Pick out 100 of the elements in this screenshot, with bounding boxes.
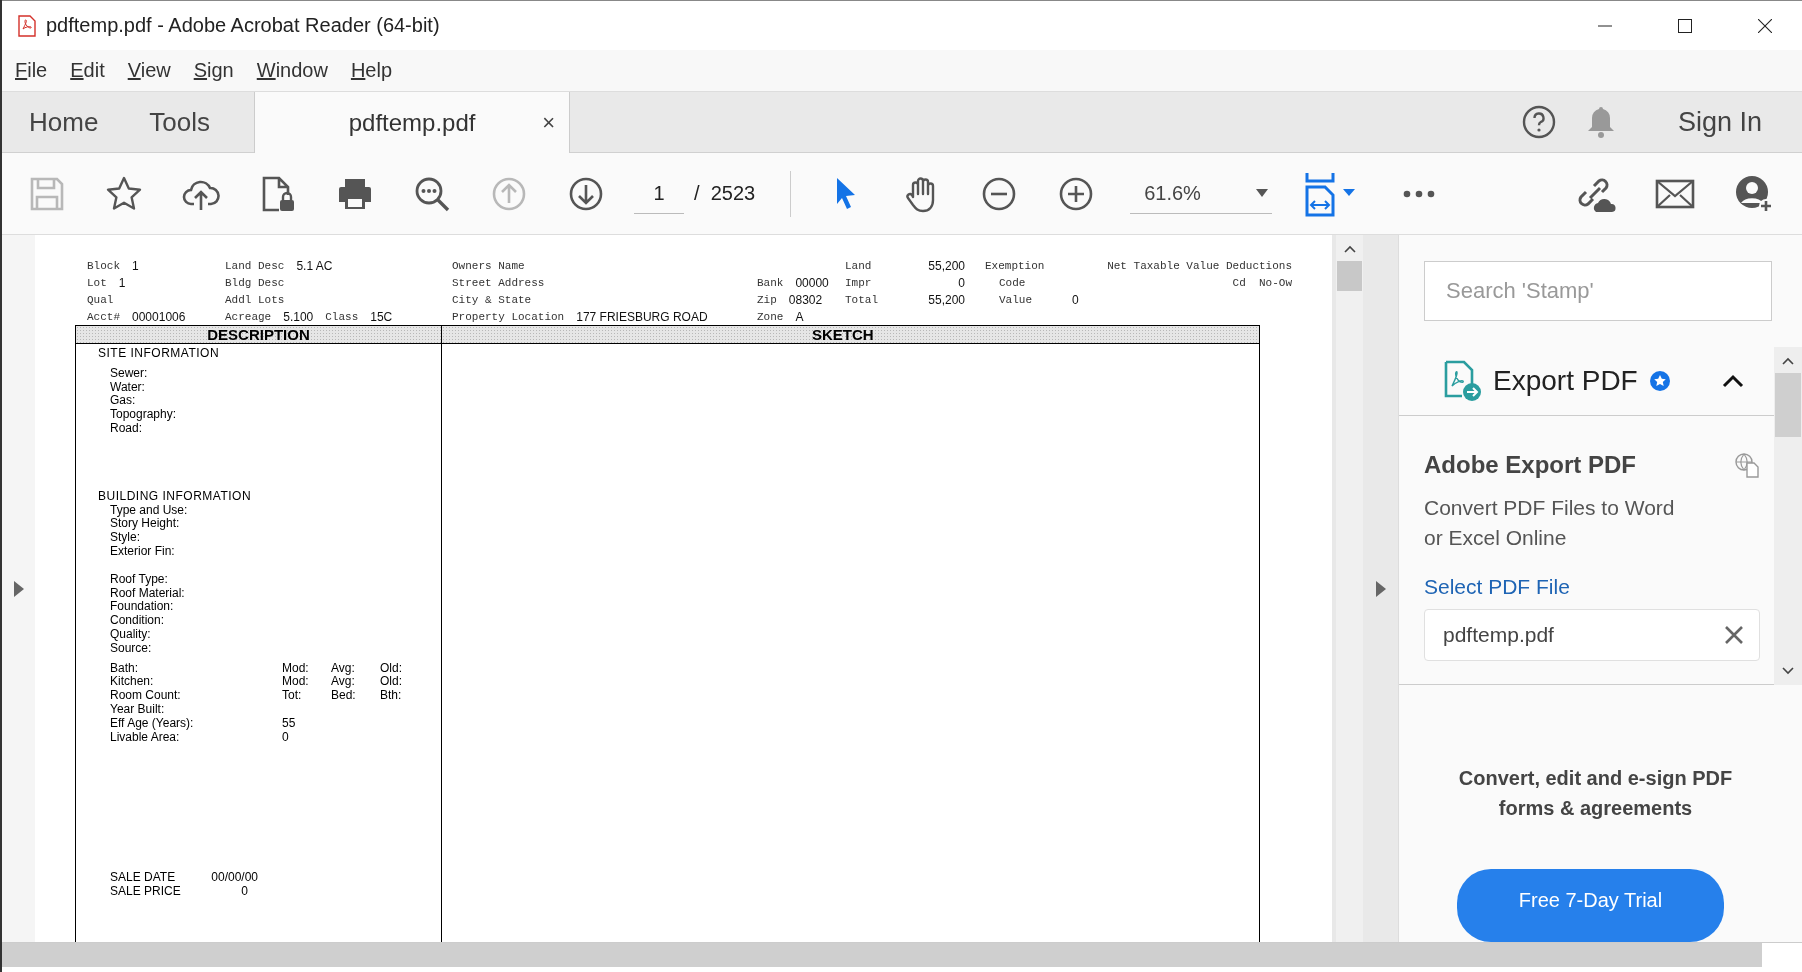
field-label: Zip xyxy=(757,293,777,306)
select-file-link[interactable]: Select PDF File xyxy=(1424,575,1570,599)
field-label: Livable Area: xyxy=(110,730,180,745)
field-label: SALE PRICE xyxy=(110,885,182,899)
expand-left-icon[interactable] xyxy=(13,580,24,597)
field-value: Old: xyxy=(380,661,403,676)
field-label: Owners Name xyxy=(452,259,525,272)
help-icon[interactable] xyxy=(1521,105,1556,139)
menu-item[interactable]: Window xyxy=(256,59,328,82)
field-value: 1 xyxy=(132,258,139,273)
field-label: Addl Lots xyxy=(225,293,285,306)
field-label: Style: xyxy=(110,531,141,545)
menu-item[interactable]: Edit xyxy=(70,59,105,82)
page-number-field[interactable]: 1 xyxy=(634,173,684,214)
field-value: 0 xyxy=(1072,292,1079,307)
mail-icon[interactable] xyxy=(1655,177,1695,210)
field-label: Road: xyxy=(110,422,144,436)
field-value: 0 xyxy=(282,730,290,745)
field-label: Topography: xyxy=(110,408,178,422)
search-field[interactable]: Search 'Stamp' xyxy=(1424,261,1772,321)
scrollbar-thumb[interactable] xyxy=(1337,261,1362,291)
field-label: Gas: xyxy=(110,394,137,409)
field-value: 1 xyxy=(118,275,126,290)
field-label: Acct# xyxy=(87,310,120,323)
field-label: Exterior Fin: xyxy=(110,544,176,559)
free-trial-button[interactable]: Free 7-Day Trial xyxy=(1456,869,1725,942)
field-value: Bed: xyxy=(331,689,357,703)
chevron-up-icon[interactable] xyxy=(1721,374,1744,388)
menu-item[interactable]: View xyxy=(127,59,171,82)
tool-description: Convert PDF Files to Word or Excel Online xyxy=(1424,495,1676,551)
field-value: 5.1 AC xyxy=(296,258,333,273)
field-value: 55,200 xyxy=(928,258,965,273)
field-value: 15C xyxy=(370,309,393,324)
zoom-dropdown[interactable]: 61.6% xyxy=(1130,173,1273,214)
field-value: Mod: xyxy=(282,675,310,690)
field-label: Lot xyxy=(87,276,107,289)
field-label: Source: xyxy=(110,641,153,656)
field-label: Class xyxy=(325,310,359,323)
field-label: Bath: xyxy=(110,661,140,676)
field-label: Condition: xyxy=(110,614,166,628)
scroll-up-icon[interactable] xyxy=(1343,245,1356,253)
page-count: / 2523 xyxy=(694,182,756,205)
field-label: Bldg Desc xyxy=(225,276,285,289)
field-label: Block xyxy=(87,259,120,272)
scrollbar-thumb[interactable] xyxy=(2,943,1762,967)
field-value: Avg: xyxy=(331,675,356,690)
field-label: Cd No-Ow xyxy=(1232,276,1292,289)
tool-header[interactable]: Export PDF xyxy=(1399,347,1774,416)
field-value: Old: xyxy=(380,675,403,690)
field-value: 177 FRIESBURG ROAD xyxy=(576,309,708,324)
field-value: Mod: xyxy=(282,661,310,676)
field-label: Kitchen: xyxy=(110,675,155,690)
globe-document-icon xyxy=(1734,452,1760,478)
field-value: 00000 xyxy=(795,275,829,290)
tool-heading: Adobe Export PDF xyxy=(1424,451,1636,479)
selected-file-field[interactable]: pdftemp.pdf xyxy=(1424,609,1760,661)
nav-tab[interactable]: Tools xyxy=(122,92,235,152)
clear-icon[interactable] xyxy=(1725,626,1743,644)
field-label: Value xyxy=(999,293,1032,306)
section-title: BUILDING INFORMATION xyxy=(98,489,253,504)
field-value: Avg: xyxy=(331,661,356,676)
field-label: SALE DATE xyxy=(110,871,177,886)
close-icon[interactable] xyxy=(1758,18,1772,33)
field-value: 5.100 xyxy=(283,309,314,324)
nav-tab[interactable]: Home xyxy=(2,92,123,152)
field-value: 00001006 xyxy=(132,309,186,324)
field-label: Exemption xyxy=(985,259,1045,272)
field-value: Tot: xyxy=(282,689,303,703)
add-user-icon[interactable] xyxy=(1734,173,1774,214)
pdf-file-icon xyxy=(18,14,36,37)
field-value: A xyxy=(795,309,804,324)
field-label: Eff Age (Years): xyxy=(110,716,195,731)
field-label: Qual xyxy=(87,293,114,306)
field-value: 0 xyxy=(240,885,248,899)
section-title: SITE INFORMATION xyxy=(98,347,221,361)
expand-right-icon[interactable] xyxy=(1375,580,1386,597)
field-label: Sewer: xyxy=(110,366,149,381)
field-label: Total xyxy=(845,293,878,306)
document-tab[interactable]: pdftemp.pdf × xyxy=(254,92,571,153)
field-label: Land xyxy=(845,259,872,272)
menu-item[interactable]: Sign xyxy=(193,59,234,82)
scrollbar-thumb[interactable] xyxy=(1775,373,1801,437)
close-tab-icon[interactable]: × xyxy=(542,109,556,136)
field-value: 55 xyxy=(282,716,297,731)
field-value: 00/00/00 xyxy=(210,871,258,886)
field-label: City & State xyxy=(452,293,532,306)
field-label: Roof Type: xyxy=(110,572,169,587)
field-label: Story Height: xyxy=(110,517,181,532)
column-header: DESCRIPTION xyxy=(76,326,441,344)
field-label: Room Count: xyxy=(110,689,182,703)
menu-item[interactable]: File xyxy=(15,59,48,82)
field-label: Year Built: xyxy=(110,702,166,717)
scroll-down-icon[interactable] xyxy=(1782,667,1794,675)
star-icon[interactable] xyxy=(105,174,143,213)
menu-item[interactable]: Help xyxy=(350,59,393,82)
scroll-up-icon[interactable] xyxy=(1782,357,1794,365)
sign-in-button[interactable]: Sign In xyxy=(1677,106,1762,138)
column-header: SKETCH xyxy=(442,326,1259,344)
field-value: 08302 xyxy=(788,292,823,307)
maximize-icon[interactable] xyxy=(1678,18,1692,33)
